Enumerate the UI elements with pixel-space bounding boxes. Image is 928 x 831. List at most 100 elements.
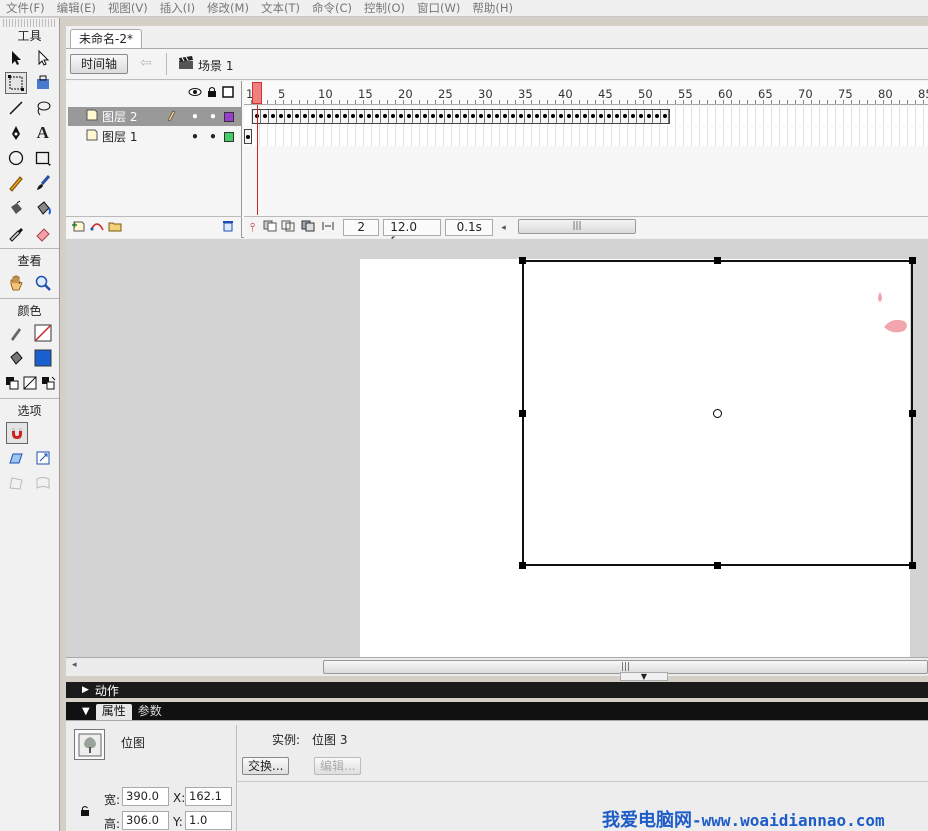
keyframe[interactable]	[477, 110, 485, 123]
eraser-tool-icon[interactable]	[32, 222, 54, 244]
stroke-color-swatch[interactable]	[32, 322, 54, 344]
keyframe[interactable]	[333, 110, 341, 123]
keyframe[interactable]	[605, 110, 613, 123]
layer-1-frames[interactable]	[244, 127, 928, 146]
menu-item[interactable]: 窗口(W)	[411, 0, 466, 17]
transform-handle[interactable]	[909, 562, 916, 569]
keyframe[interactable]	[389, 110, 397, 123]
transform-handle[interactable]	[519, 410, 526, 417]
x-input[interactable]: 162.1	[185, 787, 232, 806]
menu-item[interactable]: 插入(I)	[154, 0, 201, 17]
fill-transform-tool-icon[interactable]	[32, 72, 54, 94]
keyframe[interactable]	[445, 110, 453, 123]
scroll-left-arrow[interactable]: ◂	[72, 660, 77, 670]
width-input[interactable]: 390.0	[122, 787, 169, 806]
keyframe[interactable]	[405, 110, 413, 123]
frame-area[interactable]: 1510152025303540455055606570758085 ⫯ 2 1…	[244, 81, 928, 249]
keyframe[interactable]	[357, 110, 365, 123]
add-motion-guide-icon[interactable]	[89, 220, 105, 235]
menu-item[interactable]: 控制(O)	[358, 0, 411, 17]
keyframe[interactable]	[501, 110, 509, 123]
timeline-toggle-button[interactable]: 时间轴	[70, 54, 128, 74]
keyframe[interactable]	[525, 110, 533, 123]
playhead[interactable]	[252, 82, 262, 104]
keyframe[interactable]	[317, 110, 325, 123]
menu-item[interactable]: 视图(V)	[102, 0, 154, 17]
oval-tool-icon[interactable]	[5, 147, 27, 169]
tab-properties[interactable]: 属性	[95, 704, 132, 720]
keyframe[interactable]	[597, 110, 605, 123]
ink-bottle-tool-icon[interactable]	[5, 197, 27, 219]
rectangle-tool-icon[interactable]	[32, 147, 54, 169]
swap-colors-icon[interactable]	[39, 372, 57, 394]
keyframe[interactable]	[365, 110, 373, 123]
keyframe[interactable]	[429, 110, 437, 123]
keyframe[interactable]	[397, 110, 405, 123]
fill-color-swatch[interactable]	[32, 347, 54, 369]
frame-ruler[interactable]: 1510152025303540455055606570758085	[244, 81, 928, 105]
onion-outline-icon[interactable]	[281, 220, 295, 235]
zoom-tool-icon[interactable]	[32, 272, 54, 294]
keyframe[interactable]	[301, 110, 309, 123]
keyframe[interactable]	[293, 110, 301, 123]
menu-item[interactable]: 修改(M)	[201, 0, 255, 17]
keyframe[interactable]	[309, 110, 317, 123]
keyframe[interactable]	[645, 110, 653, 123]
keyframe[interactable]	[485, 110, 493, 123]
collapse-arrow-icon[interactable]: ▼	[82, 706, 90, 717]
menu-item[interactable]: 文本(T)	[255, 0, 306, 17]
subselection-tool-icon[interactable]	[32, 47, 54, 69]
frame-rate-field[interactable]: 12.0 fps	[383, 219, 442, 249]
keyframe[interactable]	[541, 110, 549, 123]
onion-markers-icon[interactable]	[321, 220, 335, 235]
transform-handle[interactable]	[714, 562, 721, 569]
menu-item[interactable]: 帮助(H)	[466, 0, 519, 17]
height-input[interactable]: 306.0	[122, 811, 169, 830]
keyframe[interactable]	[549, 110, 557, 123]
layer-1-keyframe[interactable]	[244, 129, 252, 144]
selection-tool-icon[interactable]	[5, 47, 27, 69]
expand-arrow-icon[interactable]: ▶	[82, 685, 89, 695]
rotate-skew-icon[interactable]	[5, 447, 27, 469]
text-tool-icon[interactable]: A	[32, 122, 54, 144]
keyframe[interactable]	[493, 110, 501, 123]
keyframe[interactable]	[613, 110, 621, 123]
keyframe[interactable]	[509, 110, 517, 123]
lock-icon[interactable]	[206, 86, 218, 101]
free-transform-tool-icon[interactable]	[5, 71, 28, 94]
layer-row-1[interactable]: 图层 1 • •	[68, 127, 242, 146]
keyframe[interactable]	[381, 110, 389, 123]
menu-item[interactable]: 命令(C)	[306, 0, 358, 17]
no-color-icon[interactable]	[21, 372, 39, 394]
lock-dot[interactable]: •	[204, 130, 222, 144]
pencil-tool-icon[interactable]	[5, 172, 27, 194]
lasso-tool-icon[interactable]	[32, 97, 54, 119]
menu-item[interactable]: 编辑(E)	[51, 0, 102, 17]
swap-button[interactable]: 交换...	[242, 757, 290, 775]
keyframe[interactable]	[589, 110, 597, 123]
hand-tool-icon[interactable]	[5, 272, 27, 294]
black-white-icon[interactable]	[3, 372, 21, 394]
layer-2-frames[interactable]	[244, 107, 928, 126]
lock-dot[interactable]: •	[204, 110, 222, 124]
stage-horizontal-scrollbar[interactable]: ◂ |||	[66, 657, 928, 676]
center-frame-icon[interactable]: ⫯	[250, 220, 255, 235]
snap-magnet-icon[interactable]	[6, 421, 28, 444]
tab-parameters[interactable]: 参数	[132, 704, 168, 720]
keyframe[interactable]	[461, 110, 469, 123]
keyframe[interactable]	[517, 110, 525, 123]
keyframe[interactable]	[533, 110, 541, 123]
layer-outline-color[interactable]	[224, 111, 234, 122]
y-input[interactable]: 1.0	[185, 811, 232, 830]
transform-handle[interactable]	[714, 257, 721, 264]
keyframe[interactable]	[413, 110, 421, 123]
keyframe[interactable]	[565, 110, 573, 123]
keyframe[interactable]	[637, 110, 645, 123]
transform-center-point[interactable]	[713, 409, 722, 418]
outline-icon[interactable]	[222, 86, 234, 101]
keyframe[interactable]	[661, 110, 669, 123]
line-tool-icon[interactable]	[5, 97, 27, 119]
transform-handle[interactable]	[909, 257, 916, 264]
keyframe[interactable]	[621, 110, 629, 123]
keyframe[interactable]	[581, 110, 589, 123]
